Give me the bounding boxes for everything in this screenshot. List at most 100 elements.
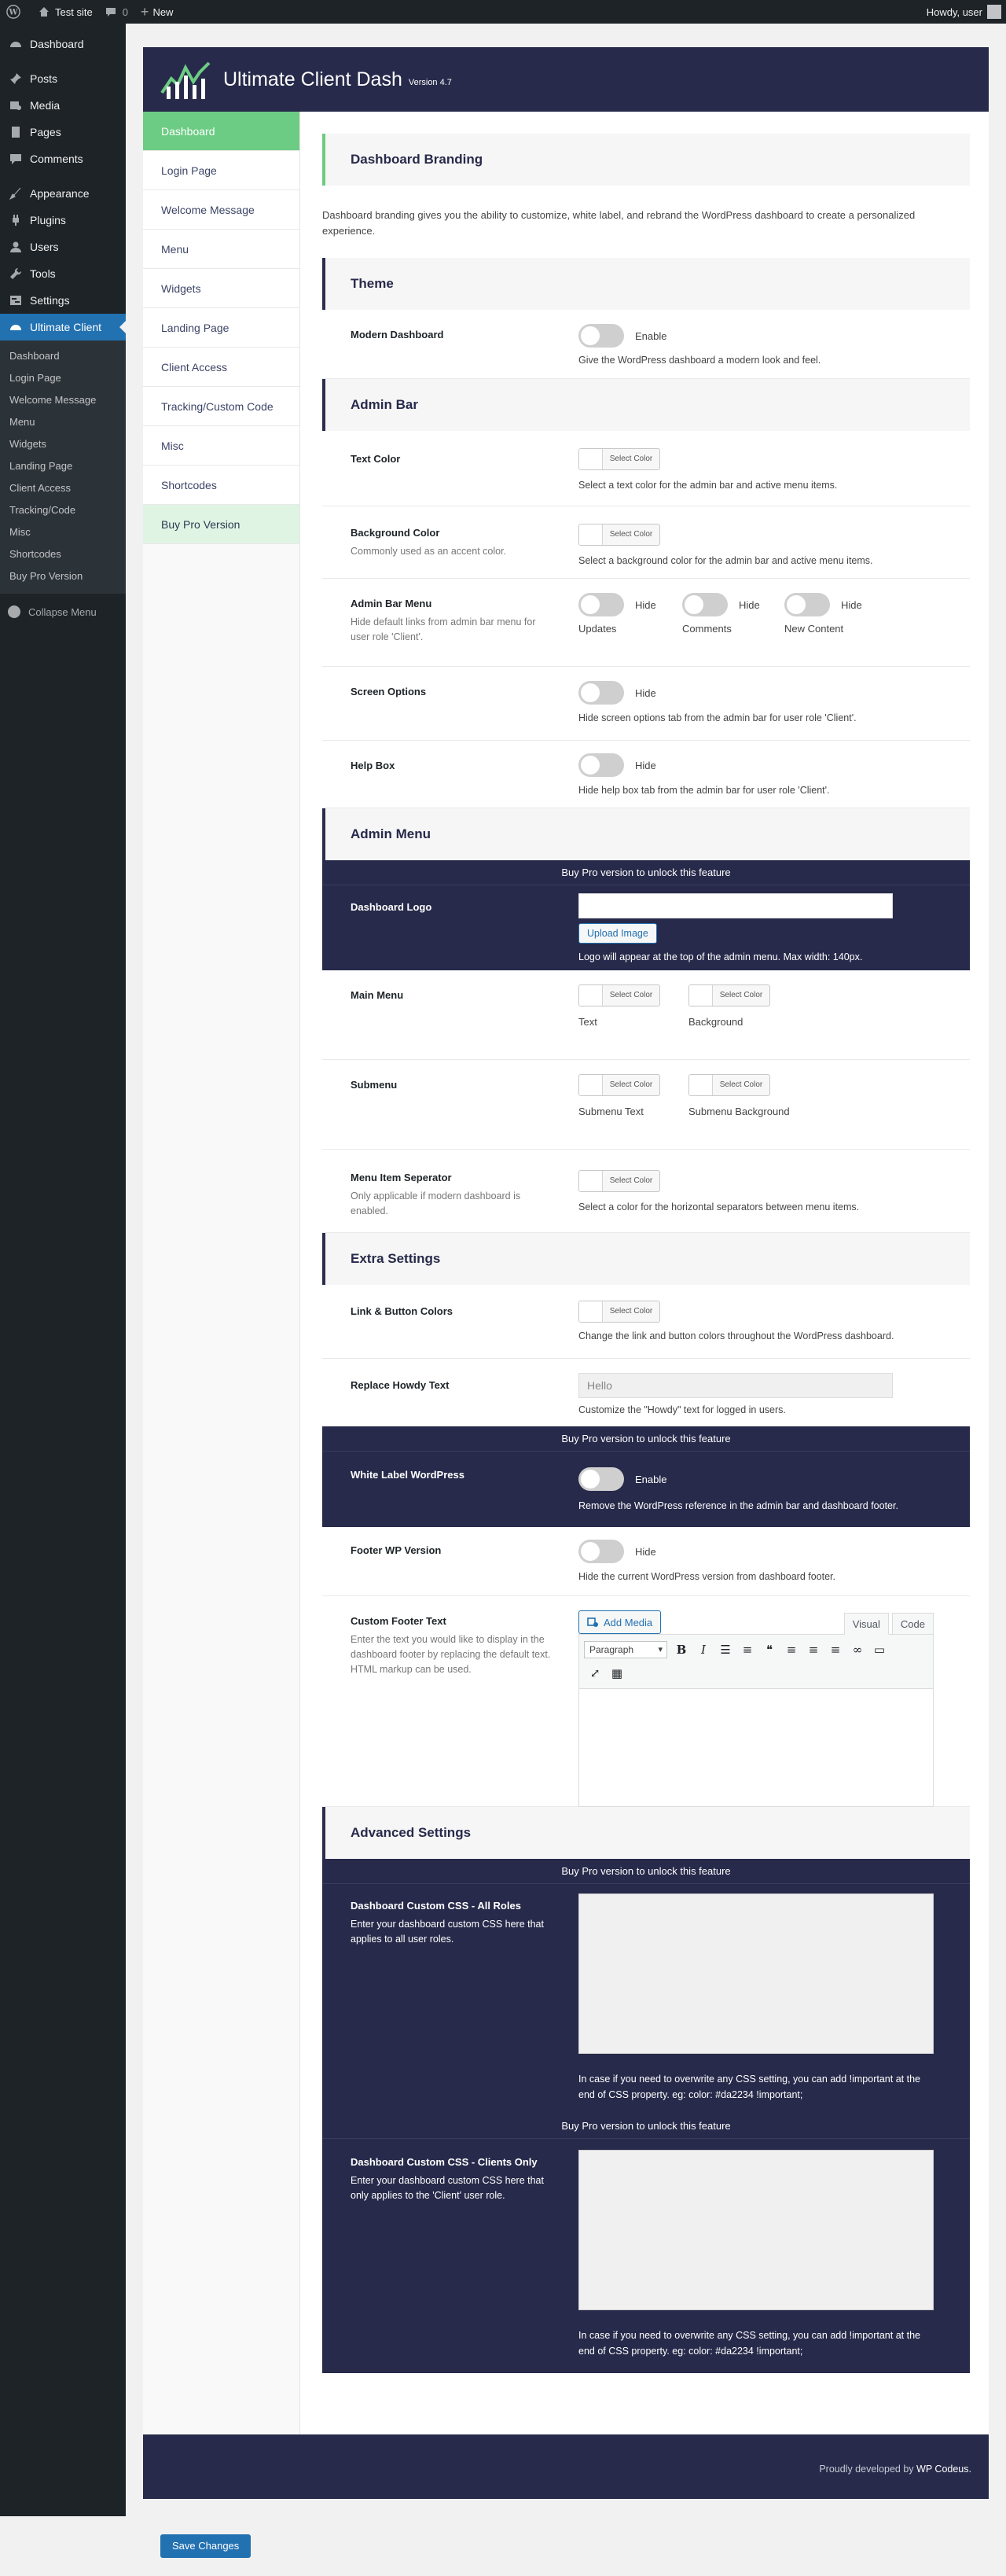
- tab-misc[interactable]: Misc: [143, 426, 299, 466]
- css-client-textarea[interactable]: [578, 2150, 934, 2310]
- submenu-item[interactable]: Misc: [0, 521, 126, 543]
- site-link[interactable]: Test site: [31, 0, 99, 24]
- tab-code[interactable]: Code: [891, 1613, 934, 1635]
- submenu-item[interactable]: Landing Page: [0, 455, 126, 477]
- modern-dashboard-toggle[interactable]: Enable: [578, 324, 666, 348]
- separator-color-picker[interactable]: Select Color: [578, 1170, 660, 1192]
- toggle-switch[interactable]: [682, 593, 728, 616]
- format-select[interactable]: Paragraph: [584, 1641, 667, 1658]
- select-color-button[interactable]: Select Color: [603, 1075, 659, 1095]
- bold-icon[interactable]: B: [670, 1639, 692, 1660]
- italic-icon[interactable]: I: [692, 1639, 714, 1660]
- align-center-icon[interactable]: ≡: [802, 1639, 824, 1660]
- comments-link[interactable]: 0: [99, 0, 134, 24]
- sidebar-item-appearance[interactable]: Appearance: [0, 180, 126, 207]
- toggle-switch[interactable]: [578, 681, 624, 705]
- sidebar-item-dashboard[interactable]: Dashboard: [0, 31, 126, 57]
- toggle-switch[interactable]: [578, 753, 624, 777]
- align-left-icon[interactable]: ≡: [780, 1639, 802, 1660]
- help-box-toggle[interactable]: Hide: [578, 753, 656, 777]
- tab-tracking-code[interactable]: Tracking/Custom Code: [143, 387, 299, 426]
- avatar: [987, 5, 1001, 19]
- add-media-button[interactable]: Add Media: [578, 1610, 662, 1634]
- submenu-item[interactable]: Widgets: [0, 433, 126, 455]
- submenu-item[interactable]: Dashboard: [0, 345, 126, 367]
- logo-url-input[interactable]: [578, 893, 893, 918]
- submenu-item[interactable]: Login Page: [0, 367, 126, 389]
- sidebar-item-comments[interactable]: Comments: [0, 145, 126, 172]
- submenu-item[interactable]: Welcome Message: [0, 389, 126, 411]
- toolbar-toggle-icon[interactable]: ▦: [606, 1663, 628, 1684]
- wp-codeus-link[interactable]: WP Codeus: [916, 2464, 968, 2475]
- blockquote-icon[interactable]: ❝: [758, 1639, 780, 1660]
- select-color-button[interactable]: Select Color: [713, 985, 769, 1006]
- main-menu-bg-color-picker[interactable]: Select Color: [688, 984, 770, 1006]
- tab-buy-pro[interactable]: Buy Pro Version: [143, 505, 299, 544]
- howdy-text-input[interactable]: Hello: [578, 1373, 893, 1398]
- toggle-switch[interactable]: [784, 593, 830, 616]
- submenu-item[interactable]: Buy Pro Version: [0, 565, 126, 587]
- select-color-button[interactable]: Select Color: [603, 1301, 659, 1322]
- sidebar-item-posts[interactable]: Posts: [0, 65, 126, 92]
- main-menu-text-color-picker[interactable]: Select Color: [578, 984, 660, 1006]
- background-color-picker[interactable]: Select Color: [578, 524, 660, 546]
- tab-landing-page[interactable]: Landing Page: [143, 308, 299, 348]
- sidebar-item-pages[interactable]: Pages: [0, 119, 126, 145]
- submenu-item[interactable]: Tracking/Code: [0, 499, 126, 521]
- my-account[interactable]: Howdy, user: [920, 0, 1006, 24]
- sidebar-item-plugins[interactable]: Plugins: [0, 207, 126, 234]
- sidebar-item-ultimate-client[interactable]: Ultimate Client: [0, 314, 126, 340]
- sidebar-item-media[interactable]: Media: [0, 92, 126, 119]
- white-label-toggle[interactable]: Enable: [578, 1467, 666, 1491]
- tab-login-page[interactable]: Login Page: [143, 151, 299, 190]
- sidebar-item-settings[interactable]: Settings: [0, 287, 126, 314]
- tab-welcome-message[interactable]: Welcome Message: [143, 190, 299, 230]
- modern-dashboard-label: Modern Dashboard: [351, 329, 444, 340]
- text-color-picker[interactable]: Select Color: [578, 448, 660, 470]
- screen-options-toggle[interactable]: Hide: [578, 681, 656, 705]
- hide-updates-toggle[interactable]: Hide: [578, 593, 656, 616]
- select-color-button[interactable]: Select Color: [603, 1171, 659, 1191]
- tab-widgets[interactable]: Widgets: [143, 269, 299, 308]
- wordpress-logo-icon[interactable]: W: [0, 0, 31, 24]
- submenu-text-color-picker[interactable]: Select Color: [578, 1074, 660, 1096]
- numbered-list-icon[interactable]: ≡: [736, 1639, 758, 1660]
- tab-menu[interactable]: Menu: [143, 230, 299, 269]
- save-changes-button[interactable]: Save Changes: [160, 2534, 252, 2558]
- sidebar-item-users[interactable]: Users: [0, 234, 126, 260]
- css-all-textarea[interactable]: [578, 1893, 934, 2054]
- sidebar-item-tools[interactable]: Tools: [0, 260, 126, 287]
- submenu-bg-color-picker[interactable]: Select Color: [688, 1074, 770, 1096]
- submenu-item[interactable]: Client Access: [0, 477, 126, 499]
- toggle-switch[interactable]: [578, 324, 624, 348]
- read-more-icon[interactable]: ▭: [868, 1639, 890, 1660]
- upload-image-button[interactable]: Upload Image: [578, 923, 657, 944]
- row-main-menu: Main Menu Select Color Select Color Text…: [322, 970, 970, 1060]
- bullet-list-icon[interactable]: ☰: [714, 1639, 736, 1660]
- link-color-picker[interactable]: Select Color: [578, 1301, 660, 1323]
- tab-visual[interactable]: Visual: [843, 1613, 889, 1635]
- pro-banner: Buy Pro version to unlock this feature: [322, 2114, 970, 2139]
- submenu-item[interactable]: Shortcodes: [0, 543, 126, 565]
- select-color-button[interactable]: Select Color: [603, 449, 659, 469]
- hide-comments-toggle[interactable]: Hide: [682, 593, 760, 616]
- toggle-switch[interactable]: [578, 1540, 624, 1563]
- toggle-switch[interactable]: [578, 593, 624, 616]
- tab-dashboard[interactable]: Dashboard: [143, 112, 299, 151]
- section-admin-bar: Admin Bar: [322, 379, 970, 431]
- tab-shortcodes[interactable]: Shortcodes: [143, 466, 299, 505]
- toggle-switch[interactable]: [578, 1467, 624, 1491]
- footer-version-toggle[interactable]: Hide: [578, 1540, 656, 1563]
- hide-new-content-toggle[interactable]: Hide: [784, 593, 862, 616]
- fullscreen-icon[interactable]: ⤢: [584, 1663, 606, 1684]
- select-color-button[interactable]: Select Color: [603, 985, 659, 1006]
- new-content-link[interactable]: + New: [134, 0, 180, 24]
- select-color-button[interactable]: Select Color: [603, 524, 659, 545]
- select-color-button[interactable]: Select Color: [713, 1075, 769, 1095]
- align-right-icon[interactable]: ≡: [824, 1639, 846, 1660]
- collapse-menu-button[interactable]: Collapse Menu: [0, 598, 126, 625]
- link-icon[interactable]: ∞: [846, 1639, 868, 1660]
- footer-text-area[interactable]: [578, 1689, 934, 1807]
- submenu-item[interactable]: Menu: [0, 411, 126, 433]
- tab-client-access[interactable]: Client Access: [143, 348, 299, 387]
